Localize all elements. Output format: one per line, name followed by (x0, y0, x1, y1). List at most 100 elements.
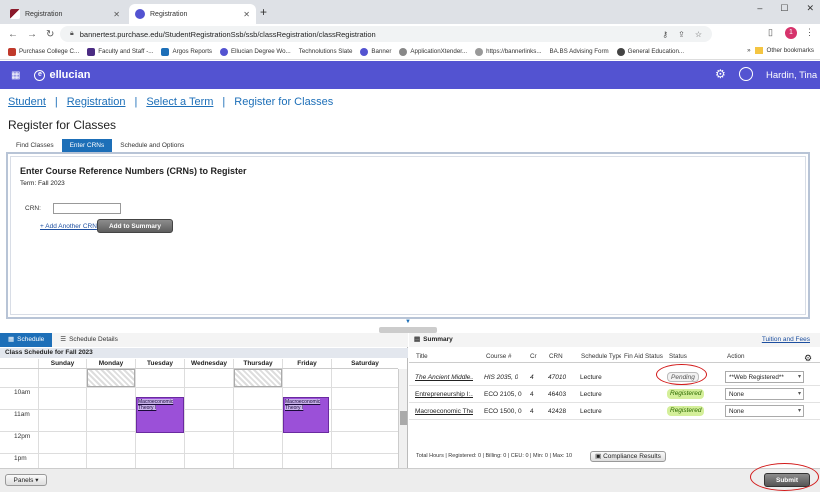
summary-header: ▤ Summary (409, 333, 820, 347)
close-window-icon[interactable]: ✕ (806, 3, 814, 14)
arrow-left-icon[interactable]: ← (8, 29, 18, 40)
course-title-link[interactable]: Entrepreneurship I:... (415, 391, 473, 398)
other-bookmarks[interactable]: » Other bookmarks (747, 47, 814, 54)
chevron-down-icon: ▾ (797, 391, 801, 397)
column-header[interactable]: Title (416, 353, 428, 360)
browser-tab-strip: Registration ✕ Registration ✕ + – ☐ ✕ (0, 0, 820, 24)
gear-icon[interactable]: ⚙ (804, 353, 812, 364)
day-header: Thursday (233, 359, 282, 368)
action-select[interactable]: None ▾ (725, 388, 804, 400)
class-block-tuesday[interactable]: Macroeconomic Theory I (136, 397, 184, 433)
column-header[interactable]: Course # (486, 353, 512, 360)
url-text: bannertest.purchase.edu/StudentRegistrat… (79, 29, 376, 39)
day-header: Friday (282, 359, 331, 368)
tab-schedule-options[interactable]: Schedule and Options (112, 139, 192, 152)
bookmark-item[interactable]: Technolutions Slate (299, 48, 353, 55)
status-badge: Registered (667, 389, 705, 399)
tuition-fees-link[interactable]: Tuition and Fees (762, 336, 810, 343)
user-icon[interactable] (739, 67, 753, 81)
hour-label: 1pm (14, 455, 27, 462)
schedule-pane: ▦ Schedule ☰ Schedule Details Class Sche… (0, 333, 408, 468)
totals-text: Total Hours | Registered: 0 | Billing: 0… (416, 453, 573, 459)
column-header[interactable]: Fin Aid Status (624, 353, 663, 360)
kebab-menu-icon[interactable]: ⋮ (805, 27, 814, 38)
profile-avatar[interactable]: 1 (785, 27, 797, 39)
column-header[interactable]: CRN (549, 353, 563, 360)
breadcrumb-separator: | (222, 96, 226, 108)
scrollbar-thumb[interactable] (400, 411, 407, 425)
bookmark-item[interactable]: Argos Reports (161, 47, 212, 56)
chevron-right-icon: » (747, 47, 751, 54)
annotation-circle-pending (656, 364, 707, 385)
day-header: Saturday (331, 359, 398, 368)
day-header: Wednesday (184, 359, 233, 368)
grid-icon[interactable]: ▦ (11, 70, 20, 81)
bookmark-item[interactable]: Purchase College C... (8, 47, 79, 56)
crn-term: Term: Fall 2023 (20, 180, 65, 187)
course-title-link[interactable]: The Ancient Middle... (415, 374, 473, 381)
browser-tab-label: Registration (25, 10, 63, 18)
column-header[interactable]: Cr (530, 353, 537, 360)
breadcrumb-registration[interactable]: Registration (67, 96, 126, 108)
annotation-circle-submit (750, 463, 819, 491)
bookmark-item[interactable]: ApplicationXtender... (399, 47, 467, 56)
close-tab-icon[interactable]: ✕ (113, 10, 120, 19)
url-field[interactable]: 🔒︎ bannertest.purchase.edu/StudentRegist… (60, 26, 712, 42)
key-icon[interactable]: ⚷ (662, 30, 668, 39)
action-select[interactable]: None ▾ (725, 405, 804, 417)
close-tab-icon[interactable]: ✕ (243, 10, 250, 19)
status-badge: Registered (667, 406, 705, 416)
bookmark-item[interactable]: General Education... (616, 47, 684, 56)
browser-tab-label: Registration (150, 10, 188, 18)
day-header-row: Sunday Monday Tuesday Wednesday Thursday… (0, 359, 398, 369)
bookmark-item[interactable]: Faculty and Staff -... (87, 47, 153, 56)
browser-tab[interactable]: Registration ✕ (4, 4, 126, 24)
collapse-arrow-icon[interactable]: ▼ (405, 319, 411, 325)
bookmark-item[interactable]: Ellucian Degree Wo... (220, 47, 291, 56)
arrow-right-icon[interactable]: → (27, 29, 37, 40)
tab-enter-crns[interactable]: Enter CRNs (61, 139, 113, 152)
tab-find-classes[interactable]: Find Classes (8, 139, 62, 152)
calendar-icon: ▦ (8, 336, 15, 343)
purchase-favicon-icon (10, 9, 20, 19)
tab-schedule-details[interactable]: ☰ Schedule Details (52, 333, 126, 347)
column-header[interactable]: Status (669, 353, 687, 360)
bookmark-item[interactable]: Banner (360, 47, 391, 56)
chevron-down-icon: ▾ (797, 374, 801, 380)
schedule-scrollbar[interactable] (398, 369, 407, 468)
day-header: Tuesday (135, 359, 184, 368)
ellucian-mark-icon: e (34, 69, 46, 81)
enter-crns-panel: Enter Course Reference Numbers (CRNs) to… (6, 152, 810, 319)
class-block-friday[interactable]: Macroeconomic Theory I (283, 397, 329, 433)
user-name[interactable]: Hardin, Tina (766, 70, 817, 81)
minimize-icon[interactable]: – (757, 3, 762, 14)
add-to-summary-button[interactable]: Add to Summary (97, 219, 173, 233)
lock-icon: 🔒︎ (70, 30, 74, 37)
column-header[interactable]: Schedule Type (581, 353, 621, 360)
screen: Registration ✕ Registration ✕ + – ☐ ✕ ← … (0, 0, 820, 492)
star-icon[interactable]: ☆ (695, 30, 702, 39)
compliance-results-button[interactable]: ▣ Compliance Results (590, 451, 666, 462)
crn-input[interactable] (53, 203, 121, 214)
action-select[interactable]: **Web Registered** ▾ (725, 371, 804, 383)
ellucian-logo[interactable]: e ellucian (34, 69, 90, 81)
add-another-crn-link[interactable]: + Add Another CRN (40, 223, 97, 230)
gear-icon[interactable]: ⚙ (715, 67, 726, 81)
course-title-link[interactable]: Macroeconomic The... (415, 408, 473, 415)
breadcrumb-current: Register for Classes (234, 96, 334, 108)
breadcrumb-student[interactable]: Student (8, 96, 46, 108)
side-panel-icon[interactable]: ▯ (768, 27, 773, 38)
tab-schedule[interactable]: ▦ Schedule (0, 333, 53, 347)
breadcrumb-select-term[interactable]: Select a Term (146, 96, 213, 108)
bookmark-item[interactable]: BA.BS Advising Form (550, 48, 609, 55)
hour-label: 11am (14, 411, 30, 418)
share-icon[interactable]: ⇪ (678, 30, 685, 39)
new-tab-icon[interactable]: + (260, 5, 267, 19)
address-bar-row: ← → ↻ 🔒︎ bannertest.purchase.edu/Student… (0, 24, 820, 44)
bookmark-item[interactable]: https://bannerlinks... (475, 47, 542, 56)
browser-tab-active[interactable]: Registration ✕ (129, 4, 256, 24)
reload-icon[interactable]: ↻ (46, 29, 54, 40)
maximize-icon[interactable]: ☐ (780, 3, 788, 14)
column-header[interactable]: Action (727, 353, 745, 360)
panels-button[interactable]: Panels ▾ (5, 474, 47, 486)
